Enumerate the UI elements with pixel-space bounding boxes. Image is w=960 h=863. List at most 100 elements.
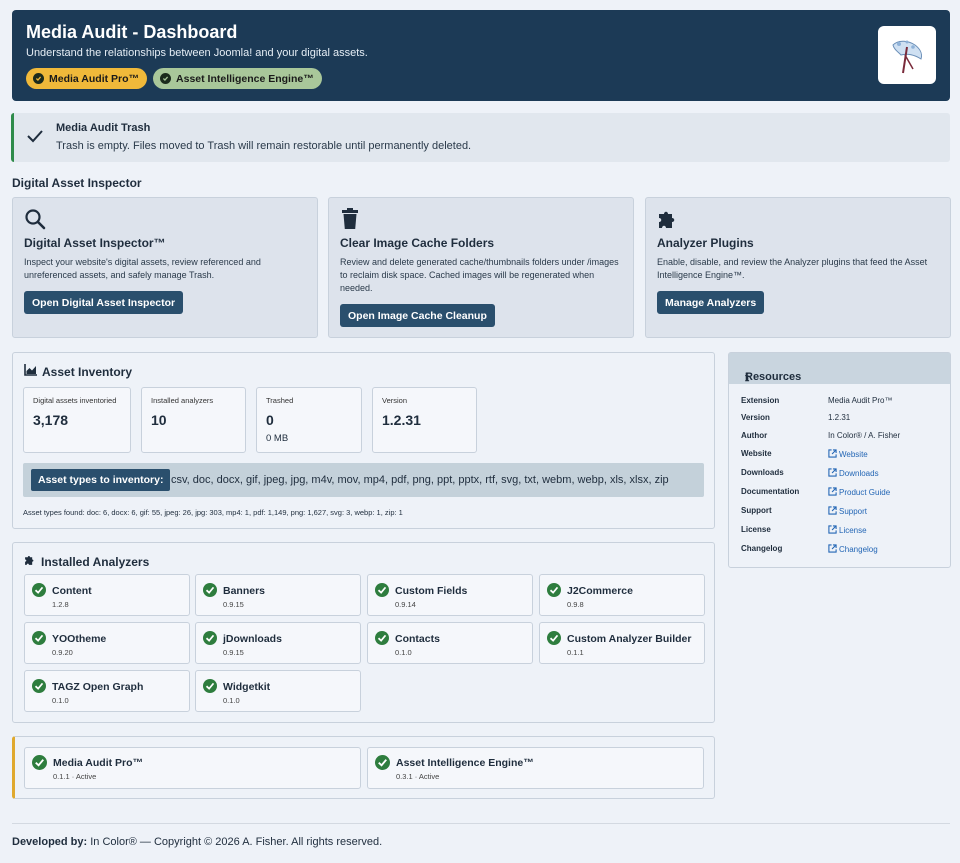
external-link-icon	[828, 487, 837, 498]
resources-header: ℹ Resources	[729, 353, 950, 384]
badge-label: Asset Intelligence Engine™	[176, 72, 314, 85]
open-digital-asset-inspector-button[interactable]: Open Digital Asset Inspector	[24, 291, 184, 314]
analyzer-version: 0.1.1	[567, 648, 584, 657]
check-circle-icon	[32, 583, 46, 602]
asset-types-label: Asset types to inventory:	[31, 469, 171, 491]
analyzer-version: 0.9.14	[395, 600, 416, 609]
license-status: 0.3.1 · Active	[396, 772, 440, 781]
stat-extra: 0 MB	[266, 433, 289, 444]
license-media-audit-pro: Media Audit Pro™ 0.1.1 · Active	[24, 747, 361, 789]
resource-value: Media Audit Pro™	[828, 396, 893, 405]
analyzer-name: Widgetkit	[223, 681, 271, 693]
check-circle-icon	[203, 583, 217, 602]
stat-value: 3,178	[33, 412, 69, 428]
extension-logo	[878, 26, 936, 84]
check-circle-icon	[547, 583, 561, 602]
asset-types-bar: Asset types to inventory: csv, doc, docx…	[23, 463, 704, 497]
card-description: Enable, disable, and review the Analyzer…	[657, 257, 928, 280]
card-analyzer-plugins: Analyzer Plugins Enable, disable, and re…	[645, 197, 951, 338]
resource-link-text: Support	[839, 507, 868, 516]
resource-key: Changelog	[741, 544, 783, 553]
stat-label: Digital assets inventoried	[33, 396, 117, 405]
check-circle-icon	[32, 755, 47, 775]
stat-trashed: Trashed 0 0 MB	[256, 387, 362, 453]
puzzle-icon	[24, 554, 36, 569]
resource-key: Extension	[741, 396, 780, 405]
external-link-icon	[828, 468, 837, 479]
check-circle-icon	[32, 631, 46, 650]
asset-types-found: Asset types found: doc: 6, docx: 6, gif:…	[23, 508, 403, 517]
resource-value: 1.2.31	[828, 413, 851, 422]
stat-value: 1.2.31	[382, 412, 421, 428]
resource-link-text: Product Guide	[839, 488, 891, 497]
analyzer-item: Widgetkit 0.1.0	[195, 670, 361, 712]
check-circle-icon	[203, 631, 217, 650]
card-title: Analyzer Plugins	[657, 236, 754, 250]
analyzer-version: 1.2.8	[52, 600, 69, 609]
analyzer-version: 0.9.8	[567, 600, 584, 609]
resource-key: Support	[741, 506, 772, 515]
license-name: Asset Intelligence Engine™	[396, 757, 534, 769]
resource-link[interactable]: Product Guide	[828, 487, 890, 498]
stat-version: Version 1.2.31	[372, 387, 477, 453]
chart-area-icon	[24, 364, 37, 379]
analyzer-version: 0.9.15	[223, 648, 244, 657]
check-circle-icon	[547, 631, 561, 650]
analyzer-version: 0.1.0	[223, 696, 240, 705]
analyzer-version: 0.9.20	[52, 648, 73, 657]
resource-link[interactable]: Website	[828, 449, 868, 460]
asset-types-list: csv, doc, docx, gif, jpeg, jpg, m4v, mov…	[171, 474, 669, 486]
check-circle-icon	[160, 73, 172, 84]
stat-installed-analyzers: Installed analyzers 10	[141, 387, 246, 453]
license-asset-intelligence-engine: Asset Intelligence Engine™ 0.3.1 · Activ…	[367, 747, 704, 789]
analyzer-name: Custom Analyzer Builder	[567, 633, 692, 645]
resource-link-text: Changelog	[839, 545, 878, 554]
resource-key: Downloads	[741, 468, 784, 477]
card-title: Digital Asset Inspector™	[24, 236, 166, 250]
page-title: Media Audit - Dashboard	[26, 22, 238, 42]
resource-key: Author	[741, 431, 768, 440]
analyzer-version: 0.9.15	[223, 600, 244, 609]
stat-label: Trashed	[266, 396, 294, 405]
footer-text: In Color® — Copyright © 2026 A. Fisher. …	[90, 836, 383, 848]
analyzer-item: Banners 0.9.15	[195, 574, 361, 616]
external-link-icon	[828, 449, 837, 460]
stat-label: Installed analyzers	[151, 396, 214, 405]
analyzer-name: J2Commerce	[567, 585, 633, 597]
footer: Developed by: In Color® — Copyright © 20…	[12, 836, 382, 848]
checkmark-icon	[26, 127, 44, 150]
analyzer-item: Custom Fields 0.9.14	[367, 574, 533, 616]
resource-link-text: Downloads	[839, 469, 879, 478]
footer-label: Developed by:	[12, 836, 88, 848]
analyzer-item: J2Commerce 0.9.8	[539, 574, 705, 616]
resource-link[interactable]: Downloads	[828, 468, 879, 479]
external-link-icon	[828, 525, 837, 536]
stat-label: Version	[382, 396, 408, 405]
analyzer-item: Custom Analyzer Builder 0.1.1	[539, 622, 705, 664]
badge-media-audit-pro: Media Audit Pro™	[26, 68, 148, 89]
check-circle-icon	[32, 679, 46, 698]
analyzer-item: Contacts 0.1.0	[367, 622, 533, 664]
manage-analyzers-button[interactable]: Manage Analyzers	[657, 291, 765, 314]
analyzer-item: YOOtheme 0.9.20	[24, 622, 190, 664]
resource-key: License	[741, 525, 771, 534]
stat-value: 0	[266, 412, 274, 428]
analyzer-name: TAGZ Open Graph	[52, 681, 144, 693]
check-circle-icon	[375, 755, 390, 775]
open-image-cache-cleanup-button[interactable]: Open Image Cache Cleanup	[340, 304, 495, 327]
check-circle-icon	[375, 583, 389, 602]
trash-status-alert: Media Audit Trash Trash is empty. Files …	[11, 113, 950, 162]
analyzer-name: Contacts	[395, 633, 440, 645]
card-clear-image-cache: Clear Image Cache Folders Review and del…	[328, 197, 634, 338]
resource-link[interactable]: License	[828, 525, 867, 536]
analyzer-name: jDownloads	[223, 633, 282, 645]
trash-title: Media Audit Trash	[56, 122, 151, 134]
installed-analyzers-title: Installed Analyzers	[24, 554, 149, 569]
resource-link[interactable]: Changelog	[828, 544, 878, 555]
license-status: 0.1.1 · Active	[53, 772, 97, 781]
analyzer-item: Content 1.2.8	[24, 574, 190, 616]
analyzer-version: 0.1.0	[395, 648, 412, 657]
analyzer-name: Content	[52, 585, 92, 597]
resource-link[interactable]: Support	[828, 506, 867, 517]
analyzer-name: Custom Fields	[395, 585, 468, 597]
